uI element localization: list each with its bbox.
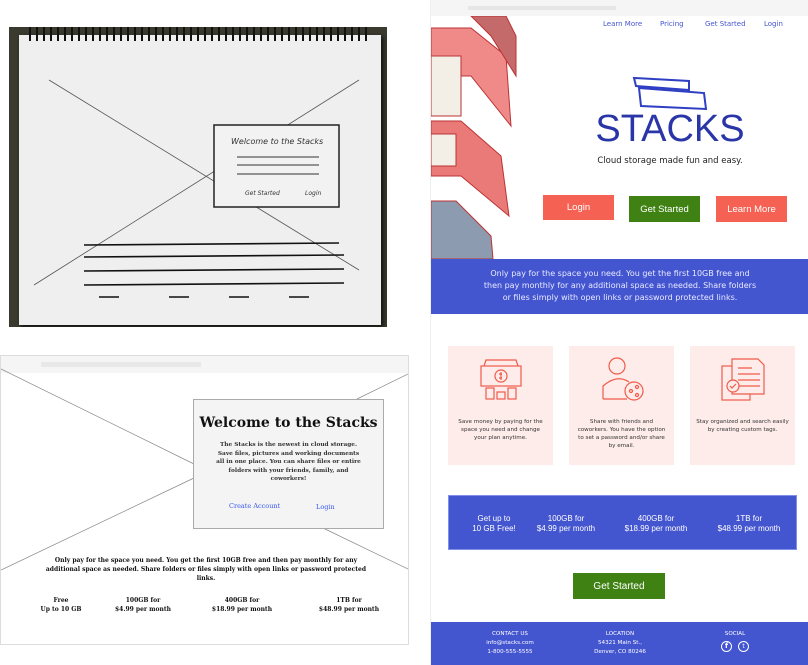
footer: CONTACT US info@stacks.com 1-800-555-5555 … bbox=[431, 622, 808, 665]
brand-name: STACKS bbox=[595, 108, 745, 150]
money-icon bbox=[480, 359, 522, 400]
nav-login[interactable]: Login bbox=[764, 20, 783, 28]
footer-location: LOCATION 54321 Main St., Denver, CO 80246 bbox=[594, 631, 646, 655]
browser-bar bbox=[431, 0, 808, 16]
nav-learn-more[interactable]: Learn More bbox=[603, 20, 642, 28]
wf-price-free: Free Up to 10 GB bbox=[40, 597, 82, 613]
info-banner: Only pay for the space you need. You get… bbox=[431, 259, 808, 314]
facebook-icon[interactable]: f bbox=[721, 641, 732, 652]
documents-icon bbox=[721, 358, 765, 401]
feature-card-money: Save money by paying for the space you n… bbox=[448, 346, 553, 465]
sketch-login: Login bbox=[305, 190, 322, 197]
login-button[interactable]: Login bbox=[543, 195, 614, 220]
wf-price-400gb: 400GB for $18.99 per month bbox=[211, 597, 273, 613]
login-link[interactable]: Login bbox=[316, 503, 335, 511]
pricing-band: Get up to 10 GB Free! 100GB for $4.99 per … bbox=[448, 495, 797, 550]
mockup: Learn More Pricing Get Started Login STA… bbox=[430, 0, 808, 665]
nav-pricing[interactable]: Pricing bbox=[660, 20, 684, 28]
welcome-title: Welcome to the Stacks bbox=[199, 415, 378, 431]
price-100gb: 100GB for $4.99 per month bbox=[536, 514, 596, 533]
twitter-icon[interactable]: t bbox=[738, 641, 749, 652]
books-image bbox=[431, 16, 517, 259]
create-account-link[interactable]: Create Account bbox=[229, 502, 280, 510]
sketch-lines bbox=[33, 79, 360, 298]
feature-text: Stay organized and search easily by crea… bbox=[696, 419, 789, 433]
get-started-button[interactable]: Get Started bbox=[629, 196, 700, 222]
wf-price-100gb: 100GB for $4.99 per month bbox=[115, 597, 171, 613]
footer-social: SOCIAL f t bbox=[690, 630, 780, 652]
cta-get-started-button[interactable]: Get Started bbox=[573, 573, 665, 599]
tagline: Cloud storage made fun and easy. bbox=[597, 156, 743, 166]
price-1tb: 1TB for $48.99 per month bbox=[717, 514, 781, 533]
sketch-get-started: Get Started bbox=[245, 190, 280, 197]
price-400gb: 400GB for $18.99 per month bbox=[624, 514, 688, 533]
welcome-box: Welcome to the Stacks The Stacks is the … bbox=[193, 399, 384, 529]
contact-email: info@stacks.com bbox=[486, 640, 534, 646]
footer-contact: CONTACT US info@stacks.com 1-800-555-5555 bbox=[465, 630, 555, 657]
share-user-icon bbox=[602, 357, 644, 401]
sketch-photo: Welcome to the Stacks Get Started Login bbox=[9, 27, 387, 327]
wireframe: Welcome to the Stacks The Stacks is the … bbox=[0, 355, 409, 645]
feature-text: Save money by paying for the space you n… bbox=[458, 419, 543, 441]
stacks-logo-icon bbox=[632, 76, 708, 111]
address-bar bbox=[468, 6, 616, 10]
learn-more-button[interactable]: Learn More bbox=[716, 196, 787, 222]
feature-card-organize: Stay organized and search easily by crea… bbox=[690, 346, 795, 465]
wireframe-description: Only pay for the space you need. You get… bbox=[45, 557, 367, 582]
sketch-title: Welcome to the Stacks bbox=[231, 137, 324, 146]
spiral-binding bbox=[29, 27, 369, 41]
feature-card-share: Share with friends and coworkers. You ha… bbox=[569, 346, 674, 465]
nav-get-started[interactable]: Get Started bbox=[705, 20, 746, 28]
feature-text: Share with friends and coworkers. You ha… bbox=[577, 419, 666, 449]
wf-price-1tb: 1TB for $48.99 per month bbox=[318, 597, 380, 613]
welcome-body: The Stacks is the newest in cloud storag… bbox=[216, 442, 361, 482]
sketch-paper: Welcome to the Stacks Get Started Login bbox=[19, 35, 381, 325]
